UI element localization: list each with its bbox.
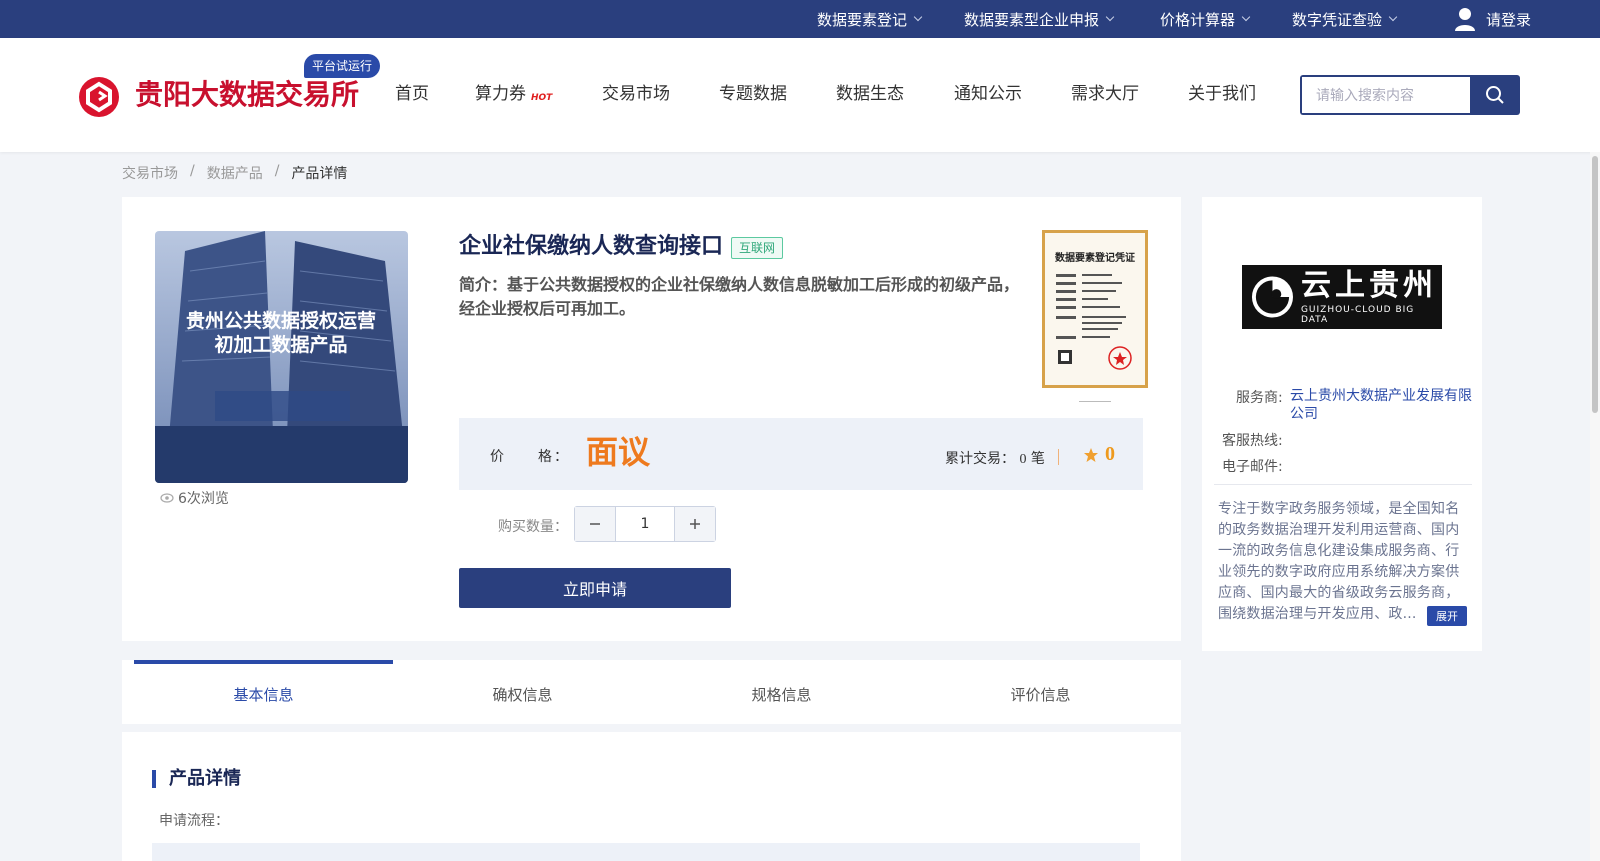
scrollbar-thumb[interactable] bbox=[1592, 156, 1598, 413]
image-caption-line2: 初加工数据产品 bbox=[214, 333, 347, 356]
trade-count-unit: 笔 bbox=[1030, 451, 1045, 467]
hot-badge: HOT bbox=[531, 93, 553, 103]
trade-count-label: 累计交易： bbox=[945, 451, 1015, 467]
tab-reviews[interactable]: 评价信息 bbox=[911, 660, 1170, 724]
nav-demand-hall[interactable]: 需求大厅 bbox=[1071, 82, 1139, 106]
breadcrumb-market[interactable]: 交易市场 bbox=[122, 163, 178, 183]
breadcrumb-products[interactable]: 数据产品 bbox=[207, 163, 263, 183]
quantity-stepper: 1 bbox=[574, 506, 716, 542]
chevron-down-icon bbox=[913, 12, 923, 22]
nav-notices[interactable]: 通知公示 bbox=[954, 82, 1022, 106]
eye-icon bbox=[160, 493, 174, 503]
menu-label: 价格计算器 bbox=[1160, 10, 1236, 29]
section-title: 产品详情 bbox=[152, 770, 241, 788]
trade-count-value: 0 bbox=[1019, 452, 1027, 467]
provider-logo-subtext: GUIZHOU-CLOUD BIG DATA bbox=[1300, 305, 1415, 325]
tab-spec-info[interactable]: 规格信息 bbox=[652, 660, 911, 724]
plus-icon bbox=[690, 519, 700, 529]
menu-label: 数字凭证查验 bbox=[1292, 10, 1383, 29]
chevron-down-icon bbox=[1241, 12, 1251, 22]
certificate-icon bbox=[1056, 274, 1132, 370]
minus-icon bbox=[590, 523, 600, 525]
hotline-label: 客服热线: bbox=[1222, 433, 1283, 449]
search-button[interactable] bbox=[1470, 75, 1520, 115]
registration-certificate[interactable]: 数据要素登记凭证 bbox=[1042, 230, 1148, 388]
breadcrumb-separator: / bbox=[190, 163, 195, 179]
logo-icon[interactable] bbox=[78, 76, 120, 118]
rating: 0 bbox=[1083, 443, 1115, 466]
nav-market[interactable]: 交易市场 bbox=[602, 82, 670, 106]
search-box bbox=[1300, 75, 1470, 115]
view-count-text: 6次浏览 bbox=[178, 491, 229, 507]
search-icon bbox=[1486, 86, 1504, 104]
trade-count: 累计交易： 0 笔 bbox=[945, 448, 1045, 468]
nav-compute-voucher[interactable]: 算力券 bbox=[475, 82, 526, 106]
menu-data-registration[interactable]: 数据要素登记 bbox=[817, 0, 923, 38]
view-count: 6次浏览 bbox=[160, 488, 229, 508]
service-label: 服务商: bbox=[1236, 390, 1283, 406]
nav-ecosystem[interactable]: 数据生态 bbox=[836, 82, 904, 106]
application-process-label: 申请流程： bbox=[159, 813, 229, 829]
provider-logo-text: 云上贵州 bbox=[1300, 268, 1437, 303]
divider bbox=[1058, 449, 1059, 465]
tab-basic-info[interactable]: 基本信息 bbox=[134, 660, 393, 724]
breadcrumb-separator: / bbox=[274, 163, 280, 179]
search-input[interactable] bbox=[1302, 77, 1470, 113]
main-header: 贵阳大数据交易所 平台试运行 首页 算力券 HOT 交易市场 专题数据 数据生态… bbox=[0, 38, 1600, 152]
price-value: 面议 bbox=[586, 433, 651, 471]
breadcrumb-current: 产品详情 bbox=[291, 166, 348, 182]
menu-enterprise-declare[interactable]: 数据要素型企业申报 bbox=[964, 0, 1115, 38]
email-label: 电子邮件: bbox=[1222, 459, 1283, 475]
menu-label: 数据要素登记 bbox=[817, 10, 908, 29]
menu-label: 数据要素型企业申报 bbox=[964, 10, 1100, 29]
cert-title: 数据要素登记凭证 bbox=[1055, 253, 1135, 264]
user-icon[interactable] bbox=[1454, 7, 1476, 31]
divider bbox=[1214, 484, 1472, 485]
rating-value: 0 bbox=[1105, 443, 1115, 465]
expand-button[interactable]: 展开 bbox=[1427, 606, 1467, 626]
product-image: 贵州公共数据授权运营 初加工数据产品 bbox=[155, 231, 408, 483]
menu-certificate-check[interactable]: 数字凭证查验 bbox=[1292, 0, 1398, 38]
quantity-label: 购买数量： bbox=[498, 519, 568, 535]
image-caption-line1: 贵州公共数据授权运营 bbox=[186, 309, 376, 332]
nav-about[interactable]: 关于我们 bbox=[1188, 82, 1256, 106]
nav-home[interactable]: 首页 bbox=[395, 82, 429, 106]
chevron-down-icon bbox=[1388, 12, 1398, 22]
product-title: 企业社保缴纳人数查询接口 bbox=[459, 234, 724, 259]
chevron-down-icon bbox=[1105, 12, 1115, 22]
star-icon bbox=[1084, 447, 1098, 462]
breadcrumb: 交易市场 / 数据产品 / 产品详情 bbox=[122, 163, 347, 183]
site-logo-text[interactable]: 贵阳大数据交易所 bbox=[135, 76, 359, 114]
login-label: 请登录 bbox=[1486, 10, 1532, 29]
product-detail-section bbox=[122, 732, 1181, 861]
increment-button[interactable] bbox=[675, 507, 715, 541]
product-intro: 简介：基于公共数据授权的企业社保缴纳人数信息脱敏加工后形成的初级产品，经企业授权… bbox=[459, 275, 1020, 318]
apply-button[interactable]: 立即申请 bbox=[459, 568, 731, 608]
service-provider-link[interactable]: 云上贵州大数据产业发展有限公司 bbox=[1290, 387, 1475, 423]
login-link[interactable]: 请登录 bbox=[1486, 0, 1531, 38]
quantity-input[interactable]: 1 bbox=[615, 507, 675, 541]
provider-logo[interactable]: 云上贵州 GUIZHOU-CLOUD BIG DATA bbox=[1242, 265, 1442, 329]
certificate-indicator bbox=[1079, 401, 1111, 402]
top-bar: 数据要素登记 数据要素型企业申报 价格计算器 数字凭证查验 请登录 bbox=[0, 0, 1600, 38]
trial-badge: 平台试运行 bbox=[304, 54, 381, 78]
menu-price-calculator[interactable]: 价格计算器 bbox=[1160, 0, 1251, 38]
price-label: 价 格： bbox=[490, 449, 570, 465]
nav-topic-data[interactable]: 专题数据 bbox=[719, 82, 787, 106]
tab-rights-info[interactable]: 确权信息 bbox=[393, 660, 652, 724]
detail-tabs: 基本信息 确权信息 规格信息 评价信息 bbox=[122, 660, 1181, 724]
process-panel bbox=[152, 843, 1140, 861]
cloud-logo-icon bbox=[1251, 276, 1293, 318]
decrement-button[interactable] bbox=[575, 507, 615, 541]
category-tag: 互联网 bbox=[731, 237, 784, 259]
